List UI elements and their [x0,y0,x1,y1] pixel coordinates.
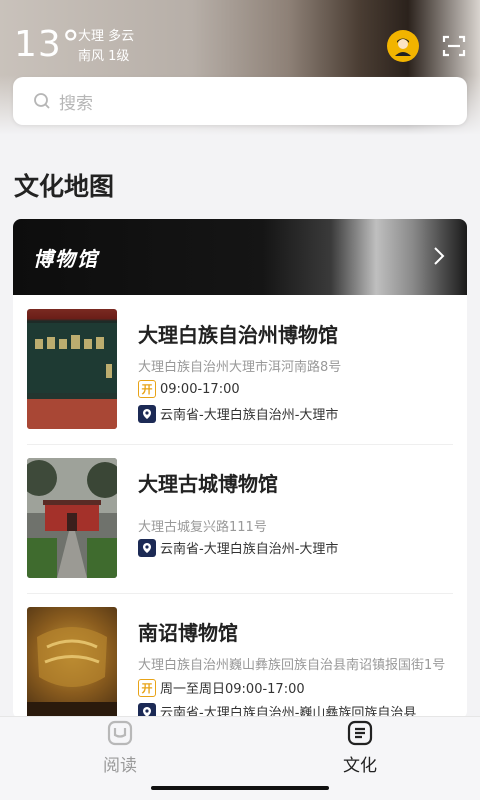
museum-thumbnail [27,458,117,578]
divider [27,444,453,445]
user-avatar[interactable] [387,30,419,62]
search-bar[interactable]: 搜索 [13,77,467,125]
tab-label: 文化 [343,756,377,776]
museum-category-header[interactable]: 博物馆 [13,219,467,295]
museum-name: 大理古城博物馆 [138,472,278,496]
open-icon: 开 [138,380,156,398]
weather-info: 大理 多云 南风 1级 [78,27,134,67]
list-item[interactable]: 大理古城博物馆 大理古城复兴路111号 云南省-大理白族自治州-大理市 [27,458,457,588]
avatar-icon [395,38,411,56]
list-item[interactable]: 大理白族自治州博物馆 大理白族自治州大理市洱河南路8号 开 09:00-17:0… [27,309,457,439]
tab-label: 阅读 [103,756,137,776]
scan-icon[interactable] [442,34,466,58]
hours-text: 周一至周日09:00-17:00 [160,682,305,697]
region-text: 云南省-大理白族自治州-大理市 [160,408,339,423]
wind-info: 南风 1级 [78,49,130,64]
tab-reading[interactable]: 阅读 [80,717,160,781]
region: 云南省-大理白族自治州-大理市 [138,538,338,557]
museum-name: 大理白族自治州博物馆 [138,323,338,347]
opening-hours: 开 09:00-17:00 [138,380,240,398]
opening-hours: 开 周一至周日09:00-17:00 [138,678,305,697]
divider [27,593,453,594]
city-condition: 大理 多云 [78,29,135,44]
museum-card: 博物馆 大理白族自治州博物馆 大理白族自治州大理市洱河南路8号 开 09:00-… [13,219,467,719]
temperature: 13° [14,24,81,65]
tab-culture[interactable]: 文化 [320,717,400,781]
home-indicator [151,786,329,790]
search-icon [34,93,50,109]
museum-thumbnail [27,607,117,719]
culture-icon [347,720,373,746]
museum-address: 大理古城复兴路111号 [138,520,267,535]
open-icon: 开 [138,678,156,697]
museum-thumbnail [27,309,117,429]
hours-text: 09:00-17:00 [160,381,240,397]
section-title: 文化地图 [14,172,115,201]
category-title: 博物馆 [33,247,99,271]
chevron-right-icon[interactable] [432,245,446,267]
list-item[interactable]: 南诏博物馆 大理白族自治州巍山彝族回族自治县南诏镇报国街1号 开 周一至周日09… [27,607,457,719]
museum-address: 大理白族自治州巍山彝族回族自治县南诏镇报国街1号 [138,658,446,673]
location-pin-icon [138,404,156,423]
book-icon [107,720,133,746]
search-placeholder: 搜索 [59,93,93,114]
museum-name: 南诏博物馆 [138,621,238,645]
museum-address: 大理白族自治州大理市洱河南路8号 [138,360,342,375]
location-pin-icon [138,538,156,557]
region: 云南省-大理白族自治州-大理市 [138,404,338,423]
region-text: 云南省-大理白族自治州-大理市 [160,542,339,557]
